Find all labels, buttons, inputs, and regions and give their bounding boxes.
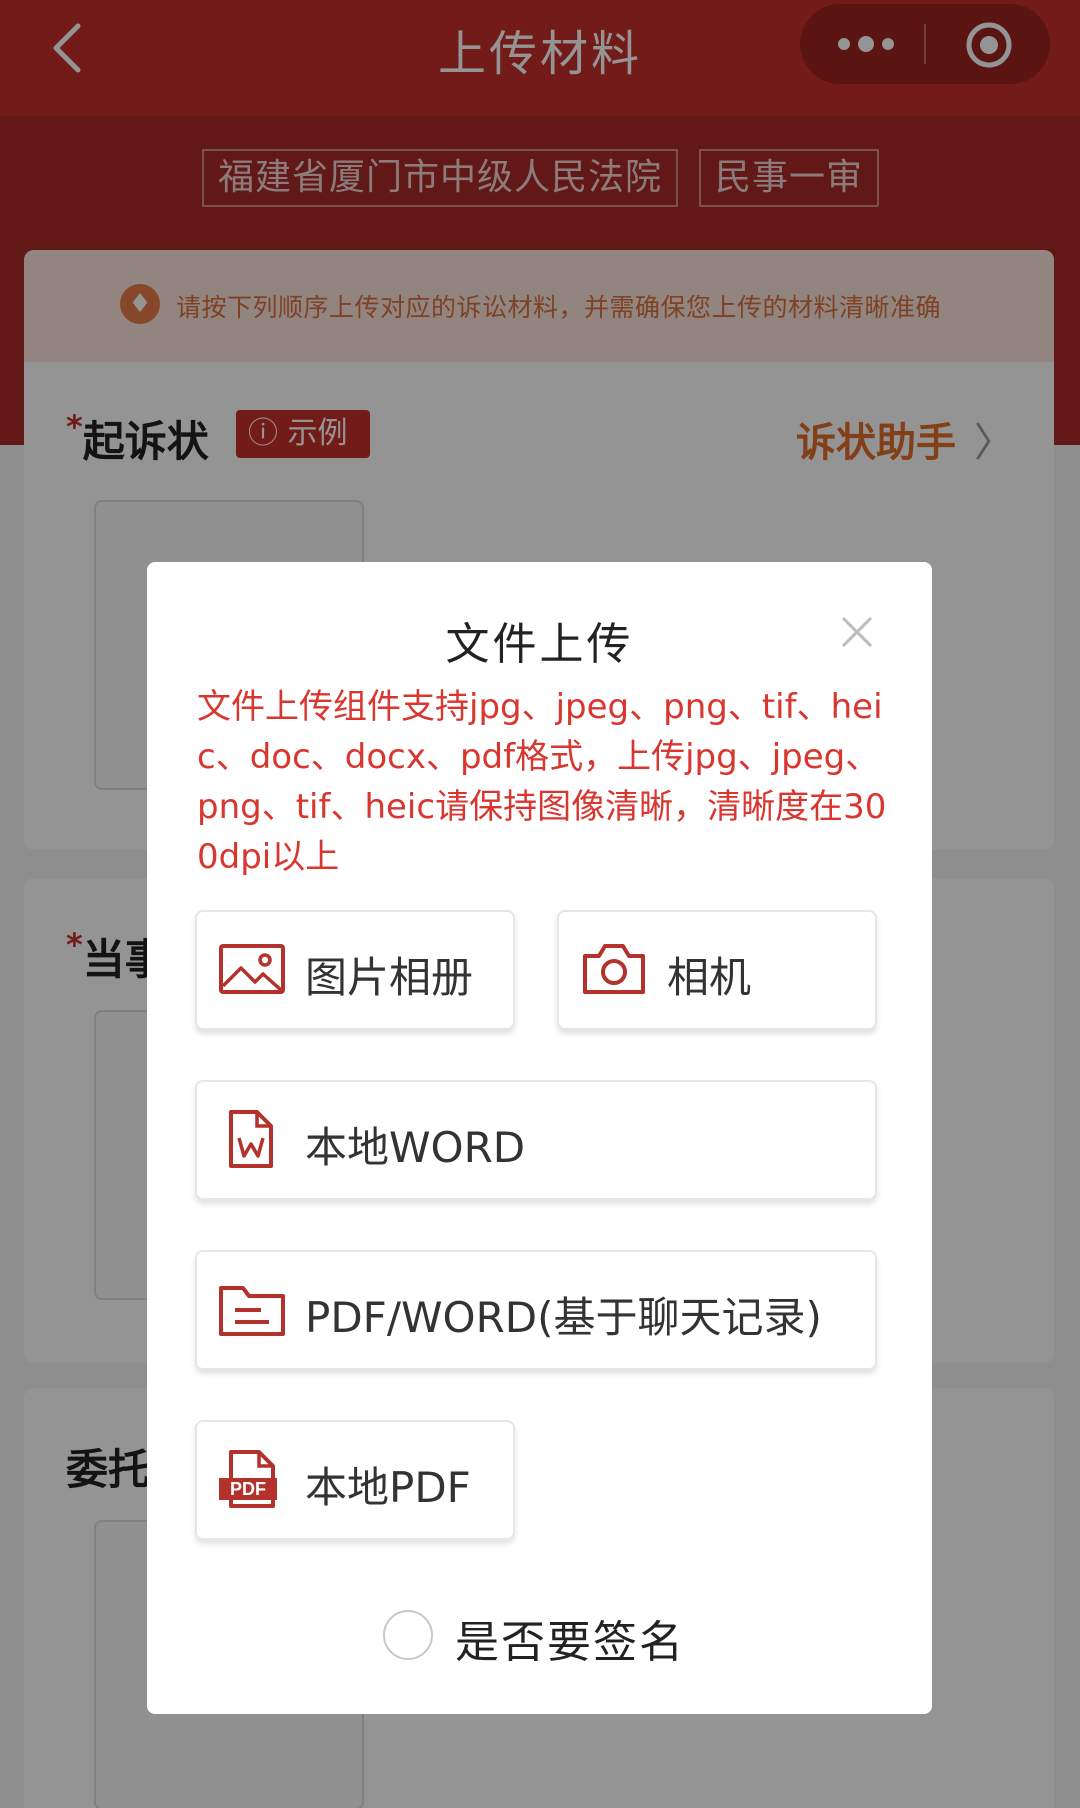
format-note: 文件上传组件支持jpg、jpeg、png、tif、heic、doc、docx、p…: [197, 687, 887, 877]
word-file-icon: [229, 1110, 273, 1168]
album-button[interactable]: 图片相册: [195, 910, 515, 1030]
sign-label: 是否要签名: [455, 1617, 685, 1668]
local-word-button[interactable]: 本地WORD: [195, 1080, 877, 1200]
folder-icon: [219, 1286, 285, 1336]
sign-radio[interactable]: [383, 1610, 433, 1660]
image-icon: [219, 944, 285, 994]
camera-icon: [583, 944, 645, 994]
local-pdf-label: 本地PDF: [305, 1463, 471, 1512]
camera-button[interactable]: 相机: [557, 910, 877, 1030]
chat-file-label: PDF/WORD(基于聊天记录): [305, 1293, 822, 1342]
chat-file-button[interactable]: PDF/WORD(基于聊天记录): [195, 1250, 877, 1370]
file-upload-dialog: 文件上传 文件上传组件支持jpg、jpeg、png、tif、heic、doc、d…: [147, 562, 932, 1714]
pdf-badge-text: PDF: [230, 1479, 266, 1499]
camera-label: 相机: [667, 953, 752, 1002]
album-label: 图片相册: [305, 953, 474, 1002]
local-pdf-button[interactable]: PDF 本地PDF: [195, 1420, 515, 1540]
close-icon[interactable]: [837, 612, 877, 652]
dialog-title: 文件上传: [445, 619, 634, 670]
local-word-label: 本地WORD: [305, 1123, 526, 1172]
pdf-file-icon: PDF: [219, 1450, 277, 1508]
